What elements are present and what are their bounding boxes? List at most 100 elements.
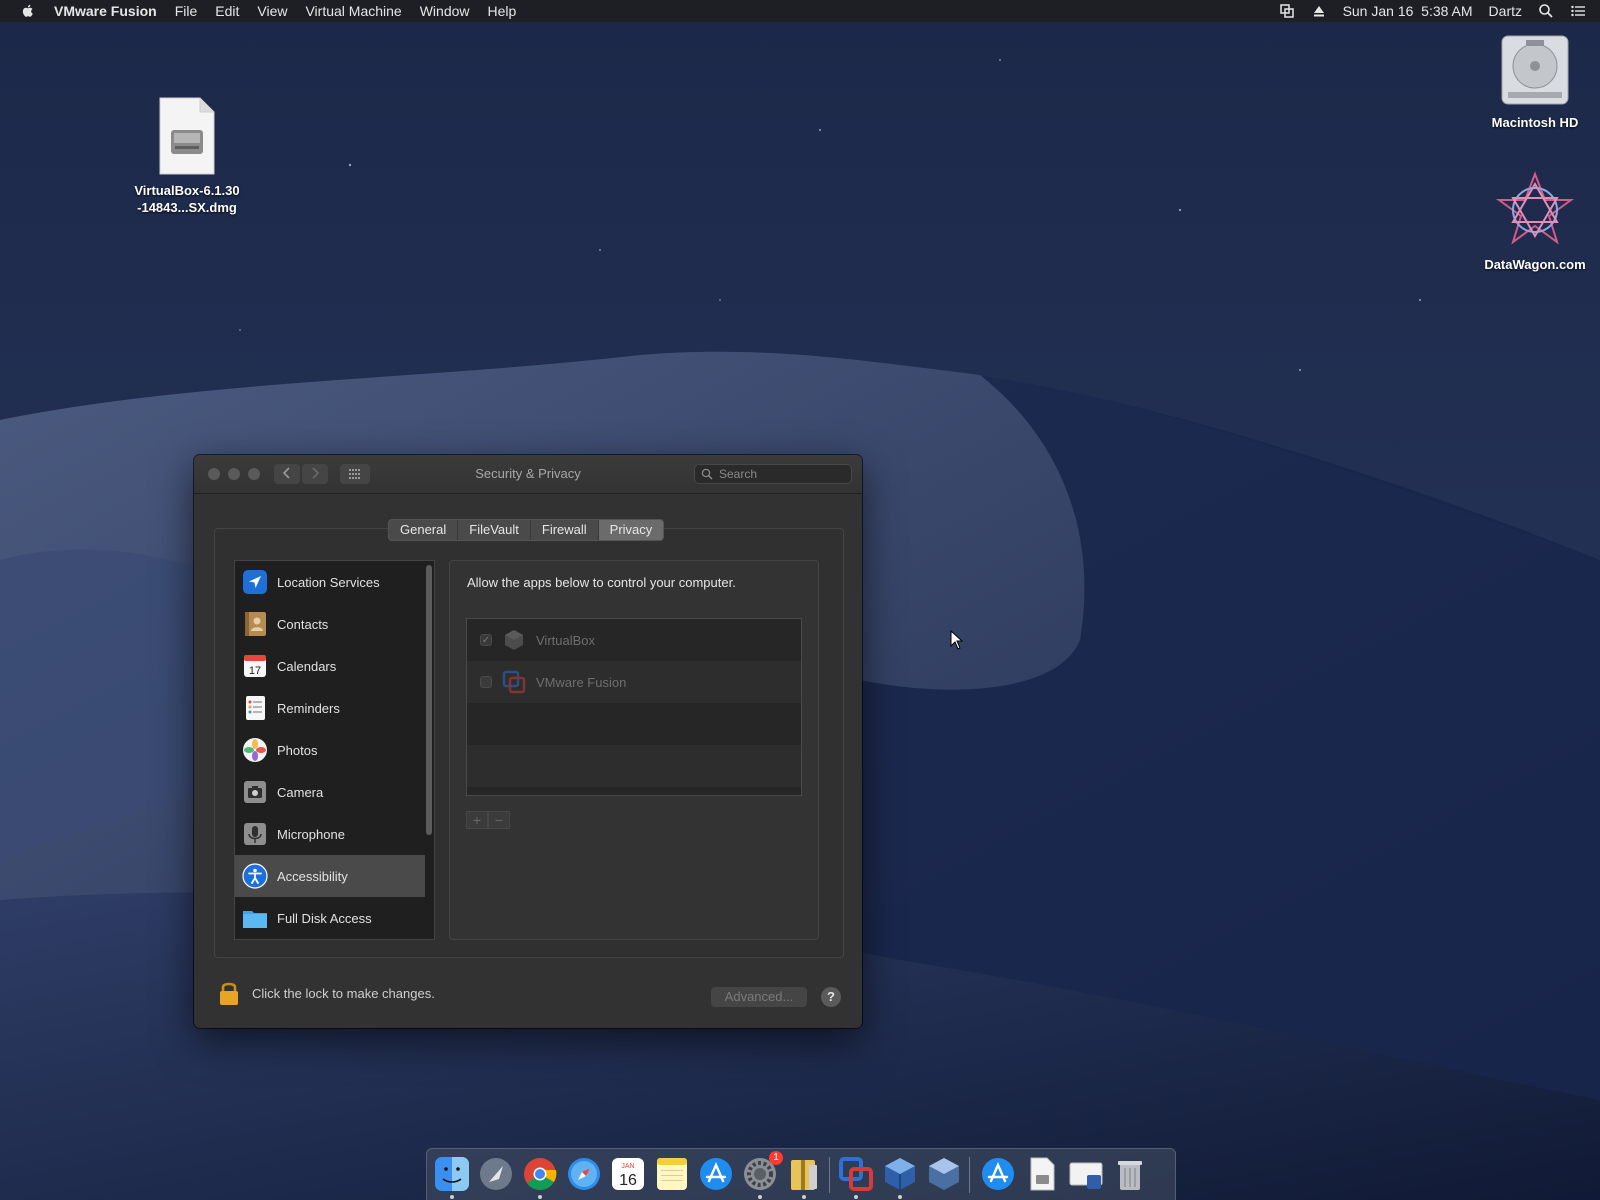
forward-button[interactable] bbox=[302, 464, 328, 484]
app-row-empty bbox=[467, 745, 801, 787]
app-name: VMware Fusion bbox=[536, 674, 627, 690]
downloads-stack-icon[interactable] bbox=[1067, 1155, 1105, 1193]
chrome-icon[interactable] bbox=[521, 1155, 559, 1193]
notification-center-icon[interactable] bbox=[1570, 3, 1586, 19]
dock-separator bbox=[829, 1157, 830, 1193]
calendar-icon: 17 bbox=[244, 655, 266, 677]
advanced-button[interactable]: Advanced... bbox=[711, 987, 807, 1007]
menu-window[interactable]: Window bbox=[420, 3, 470, 19]
app-list[interactable]: ✓ VirtualBox VMware Fusion bbox=[466, 618, 802, 796]
category-camera[interactable]: Camera bbox=[235, 771, 425, 813]
accessibility-pane: Allow the apps below to control your com… bbox=[449, 560, 819, 940]
menu-app-name[interactable]: VMware Fusion bbox=[54, 3, 157, 19]
category-label: Location Services bbox=[277, 574, 380, 590]
app-store-icon[interactable] bbox=[697, 1155, 735, 1193]
running-indicator bbox=[854, 1195, 858, 1199]
vmware-menu-icon[interactable] bbox=[1279, 3, 1295, 19]
minimize-window-button[interactable] bbox=[228, 468, 240, 480]
location-icon bbox=[243, 570, 267, 594]
menu-view[interactable]: View bbox=[257, 3, 287, 19]
app-row-virtualbox[interactable]: ✓ VirtualBox bbox=[467, 619, 801, 661]
running-indicator bbox=[538, 1195, 542, 1199]
pane-description: Allow the apps below to control your com… bbox=[467, 575, 736, 590]
category-contacts[interactable]: Contacts bbox=[235, 603, 425, 645]
category-full-disk-access[interactable]: Full Disk Access bbox=[235, 897, 425, 939]
calendar-dock-icon[interactable]: JAN 16 bbox=[609, 1155, 647, 1193]
safari-icon[interactable] bbox=[565, 1155, 603, 1193]
menu-file[interactable]: File bbox=[175, 3, 198, 19]
category-calendars[interactable]: 17 Calendars bbox=[235, 645, 425, 687]
vmware-fusion-dock-icon[interactable] bbox=[837, 1155, 875, 1193]
desktop-icon-macintosh-hd[interactable]: Macintosh HD bbox=[1470, 32, 1600, 131]
menu-virtual-machine[interactable]: Virtual Machine bbox=[305, 3, 401, 19]
hard-drive-icon bbox=[1501, 35, 1569, 105]
zoom-window-button[interactable] bbox=[248, 468, 260, 480]
running-indicator bbox=[898, 1195, 902, 1199]
close-window-button[interactable] bbox=[208, 468, 220, 480]
category-location-services[interactable]: Location Services bbox=[235, 561, 425, 603]
menu-edit[interactable]: Edit bbox=[215, 3, 239, 19]
tab-general[interactable]: General bbox=[389, 520, 459, 540]
app-row-vmware-fusion[interactable]: VMware Fusion bbox=[467, 661, 801, 703]
accessibility-icon bbox=[242, 863, 268, 889]
desktop-icon-virtualbox-dmg[interactable]: VirtualBox-6.1.30 -14843...SX.dmg bbox=[122, 96, 252, 216]
chevron-left-icon bbox=[282, 467, 290, 479]
eject-icon[interactable] bbox=[1311, 3, 1327, 19]
remove-app-button[interactable]: − bbox=[488, 811, 510, 829]
running-indicator bbox=[758, 1195, 762, 1199]
tab-bar: General FileVault Firewall Privacy bbox=[388, 519, 665, 541]
virtualbox-installer-icon[interactable] bbox=[925, 1155, 963, 1193]
document-stack-icon[interactable] bbox=[1023, 1155, 1061, 1193]
tab-privacy[interactable]: Privacy bbox=[598, 520, 664, 540]
lock-icon[interactable] bbox=[218, 979, 240, 1007]
reminders-icon bbox=[246, 696, 265, 720]
add-app-button[interactable]: + bbox=[466, 811, 488, 829]
category-reminders[interactable]: Reminders bbox=[235, 687, 425, 729]
help-button[interactable]: ? bbox=[821, 987, 841, 1007]
microphone-icon bbox=[244, 823, 266, 845]
dock: JAN 16 1 bbox=[426, 1148, 1176, 1200]
menu-clock[interactable]: Sun Jan 16 5:38 AM bbox=[1343, 3, 1473, 19]
spotlight-search-icon[interactable] bbox=[1538, 3, 1554, 19]
search-input[interactable] bbox=[717, 466, 851, 482]
archive-utility-icon[interactable] bbox=[785, 1155, 823, 1193]
category-label: Microphone bbox=[277, 826, 345, 842]
chevron-right-icon bbox=[312, 467, 320, 479]
menu-bar: VMware Fusion File Edit View Virtual Mac… bbox=[0, 0, 1600, 22]
menu-help[interactable]: Help bbox=[488, 3, 517, 19]
category-label: Calendars bbox=[277, 658, 337, 674]
back-button[interactable] bbox=[274, 464, 300, 484]
virtualbox-dock-icon[interactable] bbox=[881, 1155, 919, 1193]
finder-icon[interactable] bbox=[433, 1155, 471, 1193]
show-all-button[interactable] bbox=[340, 464, 370, 484]
desktop-icon-datawagon[interactable]: DataWagon.com bbox=[1470, 170, 1600, 273]
app-checkbox-vmware-fusion[interactable] bbox=[480, 676, 492, 688]
lock-message: Click the lock to make changes. bbox=[252, 985, 435, 1001]
launchpad-icon[interactable] bbox=[477, 1155, 515, 1193]
desktop-icon-label: -14843...SX.dmg bbox=[137, 200, 237, 215]
virtualbox-icon bbox=[505, 630, 523, 650]
system-preferences-dock-item[interactable]: 1 bbox=[741, 1151, 783, 1193]
dock-separator bbox=[969, 1157, 970, 1193]
search-icon bbox=[701, 468, 713, 480]
apple-menu-icon[interactable] bbox=[20, 3, 36, 19]
category-photos[interactable]: Photos bbox=[235, 729, 425, 771]
menu-bar-status: Sun Jan 16 5:38 AM Dartz bbox=[1279, 0, 1586, 22]
category-accessibility[interactable]: Accessibility bbox=[235, 855, 425, 897]
search-field[interactable] bbox=[694, 464, 852, 484]
menu-user[interactable]: Dartz bbox=[1489, 3, 1522, 19]
tab-firewall[interactable]: Firewall bbox=[531, 520, 599, 540]
privacy-category-list[interactable]: Location Services Contacts 17 Calendars bbox=[234, 560, 435, 940]
tab-filevault[interactable]: FileVault bbox=[458, 520, 531, 540]
app-checkbox-virtualbox[interactable]: ✓ bbox=[480, 634, 492, 646]
category-microphone[interactable]: Microphone bbox=[235, 813, 425, 855]
calendar-icon-day: 17 bbox=[249, 665, 261, 677]
app-store-downloads-icon[interactable] bbox=[979, 1155, 1017, 1193]
trash-icon[interactable] bbox=[1111, 1155, 1149, 1193]
window-titlebar[interactable]: Security & Privacy bbox=[194, 455, 862, 494]
running-indicator bbox=[802, 1195, 806, 1199]
notes-icon[interactable] bbox=[653, 1155, 691, 1193]
calendar-month: JAN bbox=[621, 1163, 634, 1170]
category-list-scrollbar[interactable] bbox=[426, 565, 432, 835]
category-label: Full Disk Access bbox=[277, 910, 372, 926]
